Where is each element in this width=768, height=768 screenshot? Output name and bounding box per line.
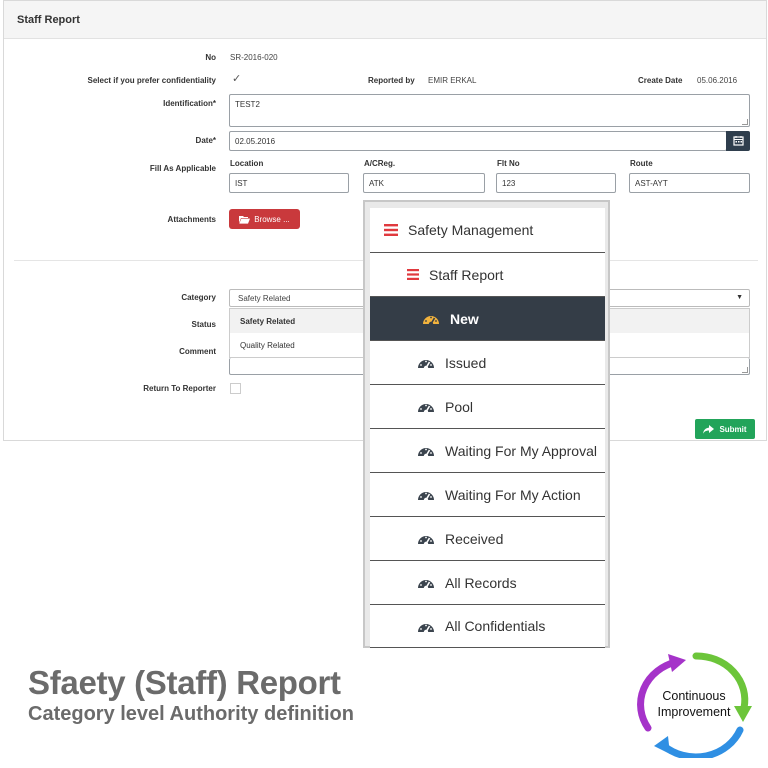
identification-label: Identification* <box>163 99 216 108</box>
date-input[interactable]: 02.05.2016 <box>229 131 727 151</box>
no-label: No <box>205 53 216 62</box>
hamburger-icon <box>384 224 398 236</box>
fltno-text: 123 <box>502 179 516 188</box>
date-label: Date* <box>195 136 216 145</box>
route-label: Route <box>630 159 653 168</box>
menu-item-waiting-approval[interactable]: Waiting For My Approval <box>370 428 605 472</box>
menu-item-pool-label: Pool <box>445 398 474 415</box>
confidential-label: Select if you prefer confidentiality <box>87 76 216 85</box>
menu-item-new[interactable]: New <box>370 296 605 340</box>
folder-open-icon <box>239 215 251 224</box>
location-text: IST <box>235 179 248 188</box>
menu-root-safety-management[interactable]: Safety Management <box>370 208 605 252</box>
location-input[interactable]: IST <box>229 173 349 193</box>
menu-item-received-label: Received <box>445 530 504 547</box>
menu-item-all-records[interactable]: All Records <box>370 560 605 604</box>
logo-text-line2: Improvement <box>658 705 731 719</box>
share-arrow-icon <box>703 424 715 434</box>
resize-grip-icon[interactable] <box>742 367 748 373</box>
dashboard-gauge-icon <box>418 492 434 501</box>
status-label: Status <box>191 320 216 329</box>
logo-text-line1: Continuous <box>662 689 725 703</box>
identification-textarea[interactable]: TEST2 <box>229 94 750 127</box>
location-label: Location <box>230 159 264 168</box>
confidential-checkbox[interactable]: ✓ <box>230 73 242 85</box>
acreg-label: A/CReg. <box>364 159 396 168</box>
menu-item-waiting-action-label: Waiting For My Action <box>445 486 581 503</box>
fltno-input[interactable]: 123 <box>496 173 616 193</box>
comment-label: Comment <box>179 347 216 356</box>
attachments-label: Attachments <box>167 215 216 224</box>
caret-down-icon: ▼ <box>736 294 743 301</box>
caption-subtitle: Category level Authority definition <box>28 703 354 725</box>
menu-item-all-records-label: All Records <box>445 574 517 591</box>
reported-by-value: EMIR ERKAL <box>428 76 477 85</box>
menu-item-all-confidentials[interactable]: All Confidentials <box>370 604 605 648</box>
submit-button[interactable]: Submit <box>695 419 755 439</box>
dashboard-gauge-icon <box>418 536 434 545</box>
checkmark-icon: ✓ <box>232 73 242 85</box>
safety-management-menu: Safety Management Staff Report New Issue… <box>363 200 610 648</box>
fill-applicable-label: Fill As Applicable <box>149 164 216 173</box>
menu-section-label: Staff Report <box>429 266 504 283</box>
menu-root-label: Safety Management <box>408 222 534 238</box>
calendar-icon <box>733 136 744 146</box>
reported-by-label: Reported by <box>368 76 415 85</box>
caption-title: Sfaety (Staff) Report <box>28 664 341 701</box>
cycle-arrows-icon: Continuous Improvement <box>637 652 752 761</box>
identification-text: TEST2 <box>235 100 260 109</box>
panel-title: Staff Report <box>4 1 766 39</box>
acreg-input[interactable]: ATK <box>363 173 485 193</box>
browse-label: Browse ... <box>254 214 290 224</box>
date-text: 02.05.2016 <box>235 137 276 146</box>
create-date-value: 05.06.2016 <box>697 76 738 85</box>
category-label: Category <box>181 293 216 302</box>
dashboard-gauge-icon <box>418 404 434 413</box>
fltno-label: Flt No <box>497 159 520 168</box>
route-text: AST-AYT <box>635 179 668 188</box>
hamburger-icon <box>407 269 419 280</box>
no-value: SR-2016-020 <box>230 53 278 62</box>
dashboard-gauge-icon <box>418 360 434 369</box>
acreg-text: ATK <box>369 179 384 188</box>
resize-grip-icon[interactable] <box>742 119 748 125</box>
menu-item-received[interactable]: Received <box>370 516 605 560</box>
menu-item-all-confidentials-label: All Confidentials <box>445 618 546 634</box>
route-input[interactable]: AST-AYT <box>629 173 750 193</box>
dashboard-gauge-icon <box>418 448 434 457</box>
menu-section-staff-report[interactable]: Staff Report <box>370 252 605 296</box>
menu-item-waiting-action[interactable]: Waiting For My Action <box>370 472 605 516</box>
return-to-reporter-checkbox[interactable] <box>230 383 241 394</box>
category-selected-text: Safety Related <box>238 294 291 303</box>
submit-label: Submit <box>719 424 747 434</box>
dashboard-gauge-icon <box>418 580 434 589</box>
menu-item-issued-label: Issued <box>445 354 487 371</box>
create-date-label: Create Date <box>638 76 683 85</box>
browse-button[interactable]: Browse ... <box>229 209 300 229</box>
menu-item-waiting-approval-label: Waiting For My Approval <box>445 442 597 459</box>
continuous-improvement-logo: Continuous Improvement <box>632 650 756 761</box>
return-to-reporter-label: Return To Reporter <box>143 384 216 393</box>
menu-item-pool[interactable]: Pool <box>370 384 605 428</box>
menu-item-new-label: New <box>450 310 479 327</box>
calendar-button[interactable] <box>726 131 750 151</box>
dashboard-gauge-icon <box>423 316 439 325</box>
dashboard-gauge-icon <box>418 623 434 633</box>
menu-item-issued[interactable]: Issued <box>370 340 605 384</box>
